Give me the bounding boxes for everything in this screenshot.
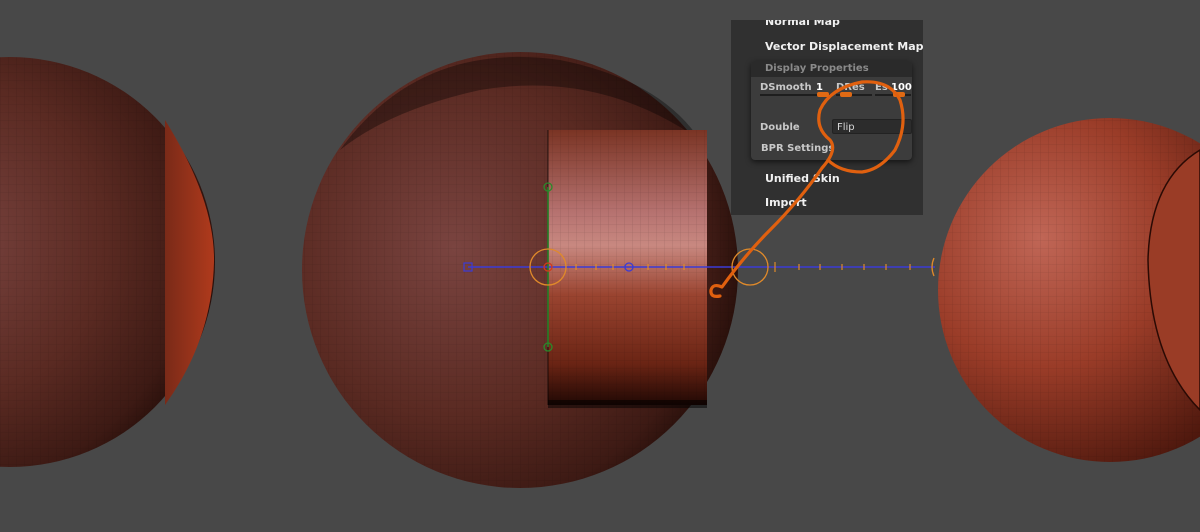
annotation-stroke [709,80,905,298]
annotation-overlay [709,80,905,298]
